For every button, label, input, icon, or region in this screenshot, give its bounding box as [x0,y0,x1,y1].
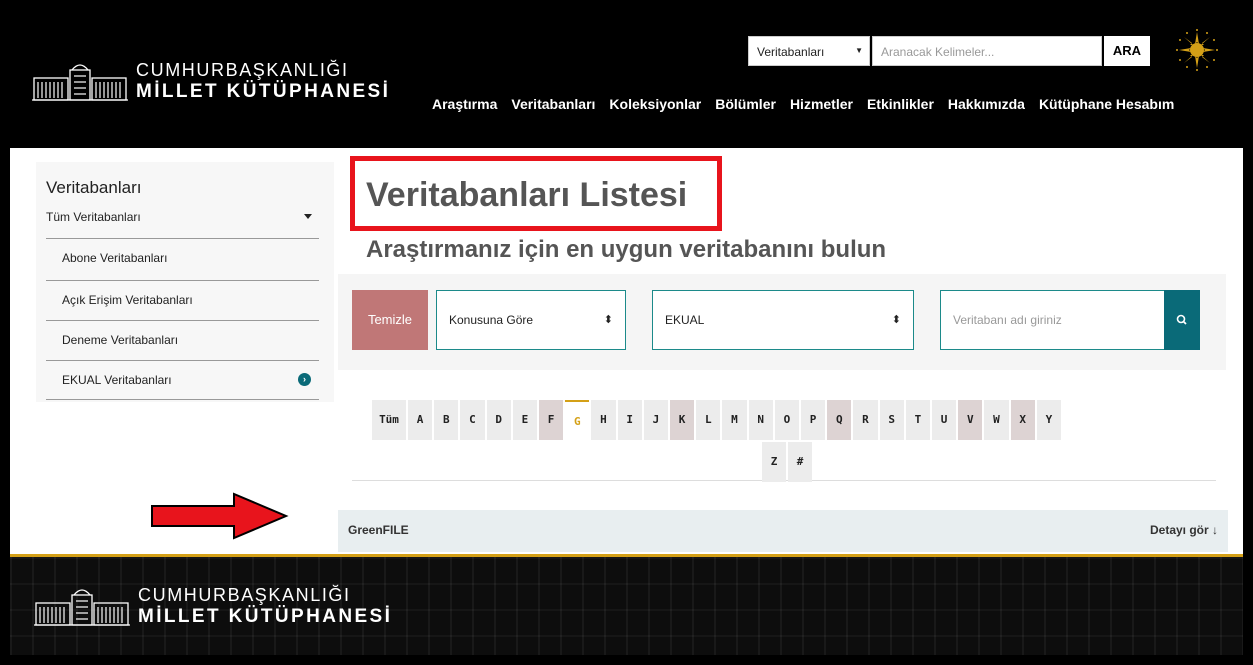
sidebar-item-label: EKUAL Veritabanları [62,373,172,387]
nav-koleksiyonlar[interactable]: Koleksiyonlar [609,96,701,112]
letter-filter-l[interactable]: L [696,400,721,440]
letter-filter-tüm[interactable]: Tüm [372,400,406,440]
nav-etkinlikler[interactable]: Etkinlikler [867,96,934,112]
source-select-value: EKUAL [665,313,705,327]
result-name[interactable]: GreenFILE [348,523,409,537]
letter-filter-m[interactable]: M [722,400,747,440]
letter-filter-x[interactable]: X [1010,400,1035,440]
nav-arastirma[interactable]: Araştırma [432,96,497,112]
updown-arrow-icon: ⬍ [891,314,901,326]
site-header: CUMHURBAŞKANLIĞI MİLLET KÜTÜPHANESİ Veri… [10,10,1243,148]
letter-filter-i[interactable]: I [617,400,642,440]
letter-filter-j[interactable]: J [643,400,668,440]
letter-filter-k[interactable]: K [670,400,695,440]
subject-select[interactable]: Konusuna Göre ⬍ [436,290,626,350]
search-button[interactable]: ARA [1104,36,1150,66]
footer-logo-line2: MİLLET KÜTÜPHANESİ [138,606,393,627]
sidebar-item-abone[interactable]: Abone Veritabanları [46,238,319,278]
filter-bar: Temizle Konusuna Göre ⬍ EKUAL ⬍ Veritaba… [338,274,1226,370]
logo-line2: MİLLET KÜTÜPHANESİ [136,81,391,102]
letter-filter-v[interactable]: V [958,400,983,440]
footer-strip [10,655,1243,659]
sidebar-item-deneme[interactable]: Deneme Veritabanları [46,320,319,360]
search-icon [1176,314,1187,325]
sidebar-item-ekual[interactable]: EKUAL Veritabanları › [46,360,319,400]
updown-arrow-icon: ⬍ [603,314,613,326]
sidebar-item-acik-erisim[interactable]: Açık Erişim Veritabanları [46,280,319,320]
letter-filter-c[interactable]: C [460,400,485,440]
letter-filter-a[interactable]: A [408,400,433,440]
letter-filter-e[interactable]: E [512,400,537,440]
letter-filter-p[interactable]: P [801,400,826,440]
letter-filter-r[interactable]: R [853,400,878,440]
sidebar-item-label: Deneme Veritabanları [62,333,179,347]
letter-filter-u[interactable]: U [932,400,957,440]
letter-filter-s[interactable]: S [879,400,904,440]
sidebar-item-label: Açık Erişim Veritabanları [62,293,193,307]
letter-filter-z[interactable]: Z [762,442,786,482]
letter-filter-hash[interactable]: # [788,442,812,482]
library-building-icon [32,64,128,101]
result-row[interactable]: GreenFILE Detayı gör ↓ [338,510,1228,552]
result-detail-link[interactable]: Detayı gör ↓ [1150,523,1218,537]
letter-filter-b[interactable]: B [434,400,459,440]
nav-bolumler[interactable]: Bölümler [715,96,776,112]
sidebar-title: Veritabanları [46,178,142,197]
letter-filter-f[interactable]: F [539,400,564,440]
subject-select-value: Konusuna Göre [449,313,534,327]
letter-filter-q[interactable]: Q [827,400,852,440]
main-nav: Araştırma Veritabanları Koleksiyonlar Bö… [432,96,1188,112]
chevron-right-icon: › [298,373,311,386]
letter-filter-g[interactable]: G [565,400,590,440]
site-logo[interactable]: CUMHURBAŞKANLIĞI MİLLET KÜTÜPHANESİ [32,60,390,102]
clear-button[interactable]: Temizle [352,290,428,350]
search-category-select[interactable]: Veritabanları ▼ [748,36,870,66]
red-arrow-annotation [151,492,289,540]
database-name-input[interactable]: Veritabanı adı giriniz [940,290,1164,350]
site-footer: CUMHURBAŞKANLIĞI MİLLET KÜTÜPHANESİ [10,554,1243,659]
select-arrow-icon: ▼ [855,46,863,55]
source-select[interactable]: EKUAL ⬍ [652,290,914,350]
sidebar-item-label: Abone Veritabanları [62,251,168,265]
sidebar-all-databases[interactable]: Tüm Veritabanları [46,210,141,224]
chevron-down-icon[interactable] [304,214,312,219]
nav-kutuphane-hesabim[interactable]: Kütüphane Hesabım [1039,96,1174,112]
nav-veritabanlari[interactable]: Veritabanları [511,96,595,112]
browser-frame: CUMHURBAŞKANLIĞI MİLLET KÜTÜPHANESİ Veri… [6,6,1247,659]
footer-logo-line1: CUMHURBAŞKANLIĞI [138,585,351,605]
presidential-emblem-icon [1176,29,1218,71]
footer-logo[interactable]: CUMHURBAŞKANLIĞI MİLLET KÜTÜPHANESİ [34,585,392,627]
letter-filter-d[interactable]: D [486,400,511,440]
main-content: Veritabanları Tüm Veritabanları Abone Ve… [10,148,1243,554]
nav-hakkimizda[interactable]: Hakkımızda [948,96,1025,112]
sidebar: Veritabanları Tüm Veritabanları Abone Ve… [36,162,334,402]
search-input[interactable]: Aranacak Kelimeler... [872,36,1102,66]
letter-filter-t[interactable]: T [905,400,930,440]
letter-filter-y[interactable]: Y [1036,400,1061,440]
letter-filter-n[interactable]: N [748,400,773,440]
library-building-icon [34,589,130,626]
letter-filter-w[interactable]: W [984,400,1009,440]
nav-hizmetler[interactable]: Hizmetler [790,96,853,112]
database-search-button[interactable] [1164,290,1200,350]
search-category-value: Veritabanları [757,45,825,59]
page-subtitle: Araştırmanız için en uygun veritabanını … [366,236,887,263]
letter-filter-o[interactable]: O [774,400,799,440]
letter-filter-h[interactable]: H [591,400,616,440]
page-title: Veritabanları Listesi [366,176,688,214]
logo-line1: CUMHURBAŞKANLIĞI [136,60,349,80]
